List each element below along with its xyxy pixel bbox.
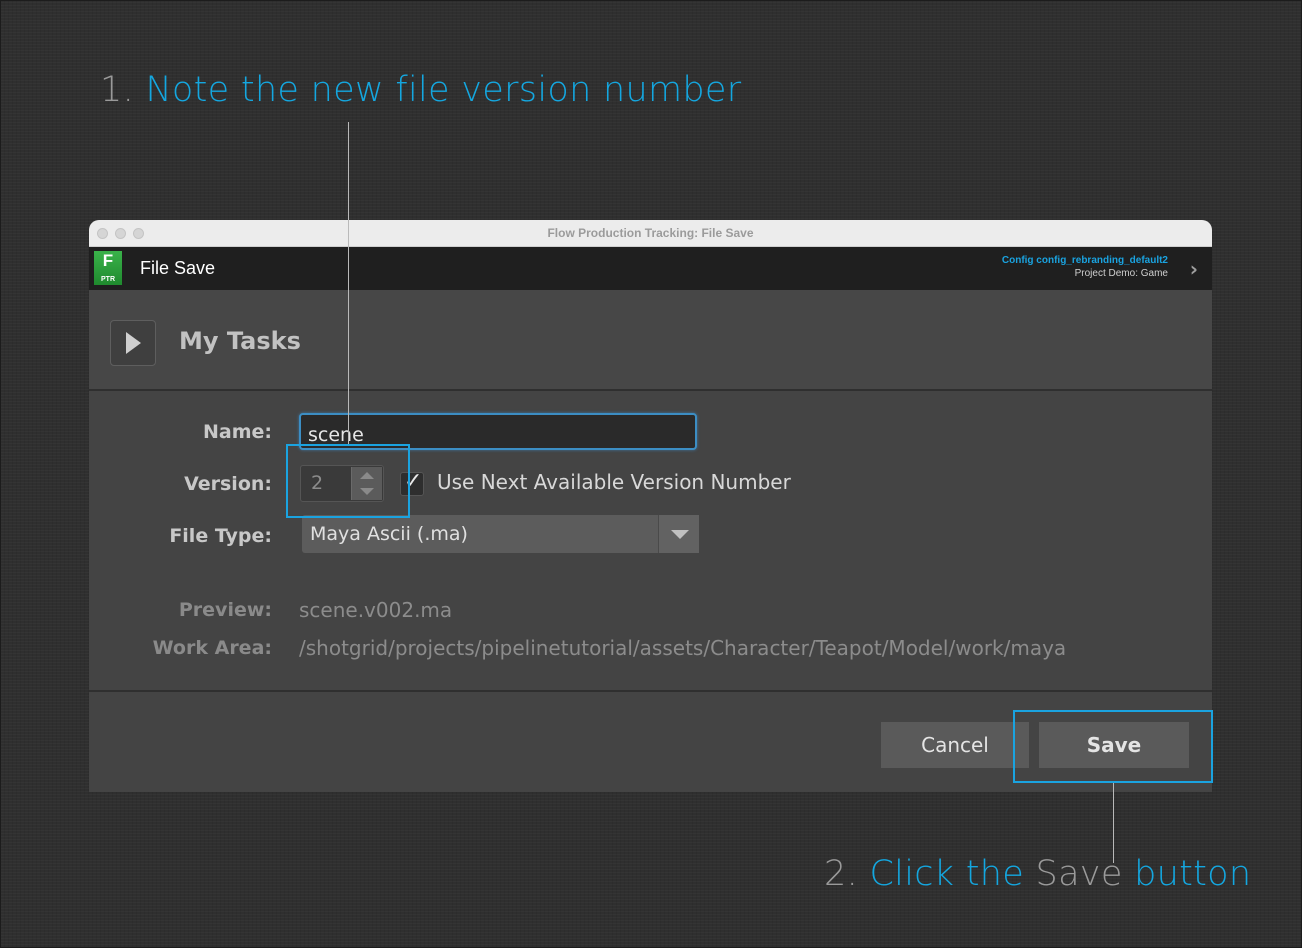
window-titlebar: Flow Production Tracking: File Save — [89, 220, 1212, 247]
config-name: Config config_rebranding_default2 — [1001, 255, 1168, 266]
annotation-step-1-text: Note the new file version number — [145, 70, 742, 110]
preview-value: scene.v002.ma — [299, 598, 453, 622]
version-label: Version: — [184, 473, 272, 495]
callout-line-step-2 — [1113, 783, 1114, 863]
project-name: Project Demo: Game — [1074, 268, 1168, 279]
cancel-button[interactable]: Cancel — [881, 722, 1029, 768]
window-title: Flow Production Tracking: File Save — [547, 226, 754, 240]
my-tasks-section: My Tasks — [89, 290, 1212, 391]
expand-tasks-button[interactable] — [110, 320, 156, 366]
use-next-version-label[interactable]: Use Next Available Version Number — [437, 470, 791, 494]
file-type-value: Maya Ascii (.ma) — [310, 523, 468, 545]
file-save-window: Flow Production Tracking: File Save F PT… — [89, 220, 1212, 792]
preview-label: Preview: — [178, 599, 272, 621]
annotation-step-1: 1. Note the new file version number — [100, 70, 741, 110]
annotation-step-2-text-c: button — [1134, 854, 1252, 894]
save-highlight-box — [1013, 710, 1213, 783]
work-area-label: Work Area: — [152, 637, 272, 659]
callout-line-step-1 — [348, 122, 349, 445]
ptr-logo-icon: F PTR — [94, 251, 122, 285]
annotation-step-2-text-b: Save — [1035, 854, 1123, 894]
annotation-step-2-number: 2. — [824, 854, 858, 894]
app-header: F PTR File Save Config config_rebranding… — [89, 247, 1212, 290]
annotation-step-2: 2. Click the Save button — [824, 854, 1251, 894]
chevron-right-icon[interactable]: › — [1190, 257, 1198, 281]
version-highlight-box — [286, 444, 410, 518]
logo-letter: F — [102, 251, 114, 270]
logo-subtitle: PTR — [101, 276, 115, 283]
file-type-label: File Type: — [169, 525, 272, 547]
my-tasks-label: My Tasks — [179, 327, 301, 355]
dropdown-arrow-icon[interactable] — [658, 515, 699, 553]
annotation-step-2-text-a: Click the — [869, 854, 1025, 894]
annotation-step-1-number: 1. — [100, 70, 134, 110]
config-info[interactable]: Config config_rebranding_default2 Projec… — [1002, 254, 1168, 280]
file-type-select[interactable]: Maya Ascii (.ma) — [302, 515, 699, 553]
app-title: File Save — [140, 258, 216, 278]
name-label: Name: — [202, 421, 272, 443]
play-icon — [126, 332, 141, 354]
save-form: Name: scene Version: 2 ✓ Use Next Availa… — [89, 392, 1212, 692]
work-area-value: /shotgrid/projects/pipelinetutorial/asse… — [299, 636, 1067, 660]
